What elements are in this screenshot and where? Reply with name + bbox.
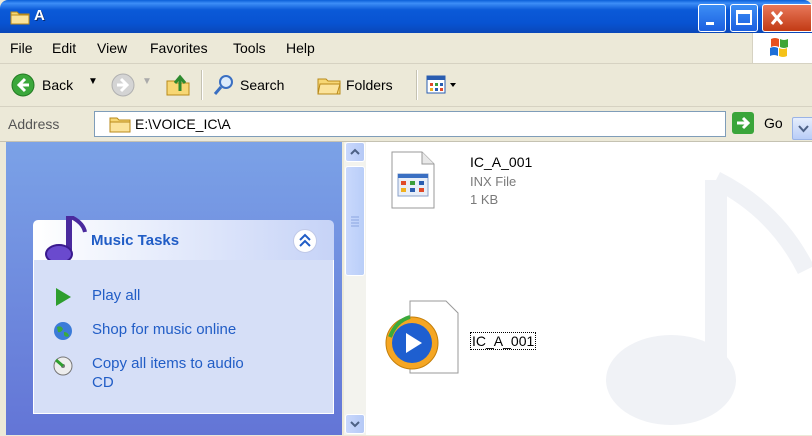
up-folder-icon[interactable]: [164, 71, 192, 99]
menu-bar: File Edit View Favorites Tools Help: [0, 33, 812, 64]
go-arrow-icon[interactable]: [732, 112, 754, 134]
scroll-thumb[interactable]: [345, 166, 365, 276]
close-button[interactable]: [762, 4, 812, 32]
search-icon[interactable]: [212, 73, 236, 97]
task-copy-to-cd[interactable]: Copy all items to audio: [92, 355, 244, 372]
panel-title: Music Tasks: [91, 232, 180, 249]
file-name[interactable]: IC_A_001: [470, 332, 537, 350]
chevron-down-icon: [350, 421, 360, 428]
menu-edit[interactable]: Edit: [52, 40, 76, 56]
file-name: IC_A_001: [470, 154, 533, 170]
file-type: INX File: [470, 174, 517, 189]
vertical-scrollbar[interactable]: [344, 142, 366, 435]
minimize-button[interactable]: [698, 4, 726, 32]
title-bar[interactable]: A: [0, 0, 812, 33]
toolbar: Back ▼ ▼ Search Folders: [0, 64, 812, 107]
maximize-button[interactable]: [730, 4, 758, 32]
task-pane: Music Tasks Play all Shop for music onli…: [6, 142, 342, 435]
folders-button[interactable]: Folders: [346, 77, 393, 93]
address-path: E:\VOICE_IC\A: [135, 116, 231, 132]
task-shop-music-online[interactable]: Shop for music online: [92, 321, 236, 338]
windows-media-player-icon: [385, 300, 459, 374]
back-button[interactable]: Back: [42, 77, 73, 93]
search-button[interactable]: Search: [240, 77, 284, 93]
task-copy-to-cd-line2[interactable]: CD: [92, 374, 114, 391]
inx-file-icon: [391, 151, 435, 209]
address-input[interactable]: E:\VOICE_IC\A: [94, 111, 812, 140]
views-icon[interactable]: [425, 73, 461, 97]
task-play-all[interactable]: Play all: [92, 287, 140, 304]
go-button[interactable]: Go: [764, 115, 783, 131]
collapse-button[interactable]: [293, 229, 317, 253]
music-tasks-header[interactable]: Music Tasks: [33, 216, 334, 264]
forward-arrow-icon[interactable]: [110, 72, 136, 98]
scroll-up-button[interactable]: [345, 142, 365, 162]
file-list[interactable]: IC_A_001 INX File 1 KB IC_A_001: [366, 142, 812, 435]
music-note-icon: [45, 216, 87, 264]
menu-view[interactable]: View: [97, 40, 127, 56]
music-note-watermark-icon: [606, 171, 812, 425]
back-arrow-icon[interactable]: [10, 72, 36, 98]
forward-dropdown-icon[interactable]: ▼: [142, 76, 152, 87]
scroll-down-button[interactable]: [345, 414, 365, 434]
windows-logo-icon: [752, 33, 812, 63]
play-icon: [56, 288, 71, 306]
address-bar: Address E:\VOICE_IC\A Go: [0, 107, 812, 142]
address-dropdown-button[interactable]: [792, 117, 812, 140]
window-title: A: [34, 7, 45, 24]
chevron-up-icon: [350, 148, 360, 155]
menu-file[interactable]: File: [10, 40, 33, 56]
file-size: 1 KB: [470, 192, 499, 207]
chevron-up-icon: [299, 233, 311, 247]
folders-icon[interactable]: [316, 73, 342, 97]
menu-tools[interactable]: Tools: [233, 40, 266, 56]
folder-icon: [109, 117, 131, 133]
globe-icon: [54, 322, 72, 340]
music-tasks-list: Play all Shop for music online Copy all …: [33, 260, 334, 414]
cd-copy-icon: [53, 356, 73, 376]
back-dropdown-icon[interactable]: ▼: [88, 76, 98, 87]
menu-favorites[interactable]: Favorites: [150, 40, 208, 56]
chevron-down-icon: [798, 125, 809, 133]
address-label: Address: [8, 116, 60, 132]
menu-help[interactable]: Help: [286, 40, 315, 56]
folder-icon: [10, 11, 30, 25]
